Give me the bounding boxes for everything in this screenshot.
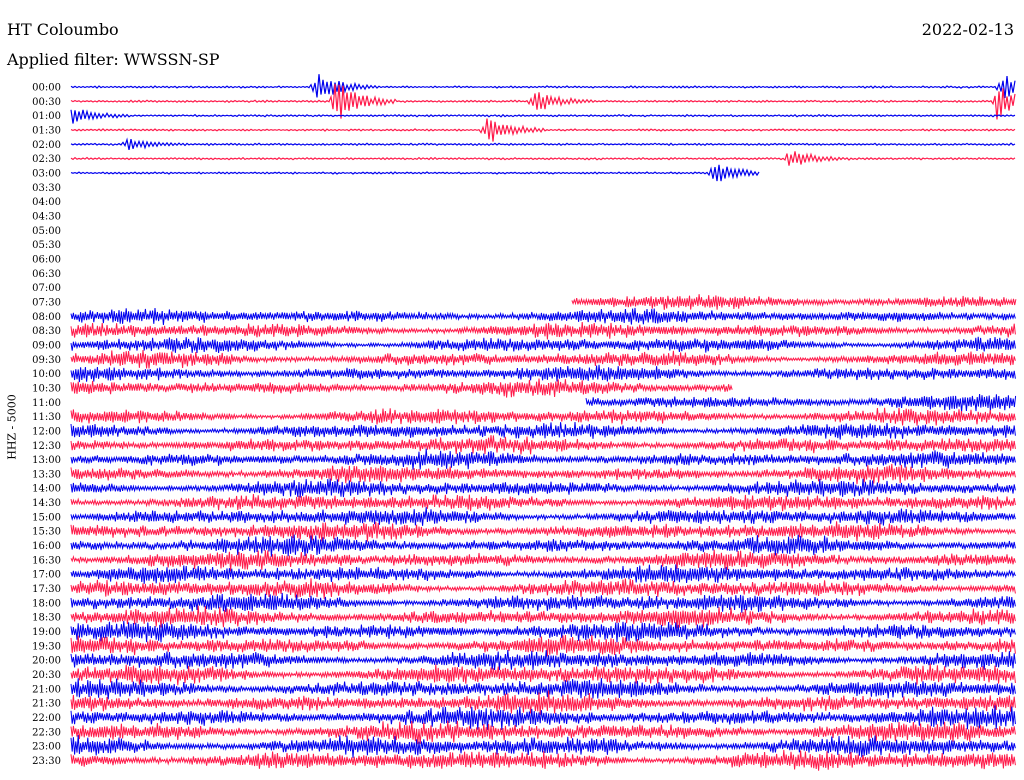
trace-row <box>70 634 1016 657</box>
row-time-label: 13:00 <box>32 455 61 466</box>
row-time-label: 05:30 <box>32 240 61 251</box>
row-time-label: 15:00 <box>32 512 61 523</box>
trace-row <box>70 307 1016 326</box>
row-time-label: 11:00 <box>32 398 61 409</box>
row-time-label: 04:30 <box>32 211 61 222</box>
row-time-label: 22:00 <box>32 713 61 724</box>
trace-row <box>70 564 1016 584</box>
row-time-label: 19:30 <box>32 641 61 652</box>
trace-row <box>70 364 1016 383</box>
row-time-label: 08:00 <box>32 312 61 323</box>
trace-row <box>70 463 1016 485</box>
trace-row <box>70 720 1016 745</box>
row-time-label: 03:00 <box>32 168 61 179</box>
trace-row <box>70 749 1016 771</box>
trace-row <box>70 84 1016 120</box>
trace-row <box>70 137 1016 151</box>
row-time-label: 12:30 <box>32 441 61 452</box>
trace-row <box>70 421 1016 440</box>
row-time-label: 17:00 <box>32 570 61 581</box>
trace-row <box>70 378 733 398</box>
trace-row <box>70 74 1016 99</box>
row-time-label: 09:00 <box>32 340 61 351</box>
row-time-label: 14:00 <box>32 484 61 495</box>
trace-row <box>70 349 1016 369</box>
trace-row <box>70 151 1016 166</box>
row-time-label: 09:30 <box>32 355 61 366</box>
row-time-label: 14:30 <box>32 498 61 509</box>
trace-row <box>70 118 1016 142</box>
trace-row <box>70 109 1016 124</box>
row-time-label: 16:30 <box>32 555 61 566</box>
row-time-label: 06:00 <box>32 254 61 265</box>
trace-row <box>70 336 1016 353</box>
row-time-label: 04:00 <box>32 197 61 208</box>
row-time-label: 05:00 <box>32 226 61 237</box>
trace-row <box>70 705 1016 731</box>
row-time-label: 01:30 <box>32 125 61 136</box>
trace-row <box>70 678 1016 700</box>
row-time-label: 18:30 <box>32 613 61 624</box>
row-time-label: 15:30 <box>32 527 61 538</box>
row-time-label: 10:00 <box>32 369 61 380</box>
row-time-label: 13:30 <box>32 469 61 480</box>
trace-row <box>585 393 1017 412</box>
trace-row <box>70 521 1016 542</box>
row-time-label: 01:00 <box>32 111 61 122</box>
row-time-label: 20:00 <box>32 656 61 667</box>
trace-row <box>70 407 1016 426</box>
trace-row <box>70 507 1016 526</box>
trace-row <box>70 448 1016 470</box>
trace-row <box>70 164 760 182</box>
row-time-label: 03:30 <box>32 183 61 194</box>
trace-row <box>70 663 1016 686</box>
row-time-label: 02:00 <box>32 140 61 151</box>
row-time-label: 07:30 <box>32 297 61 308</box>
row-time-label: 00:00 <box>32 83 61 94</box>
row-time-label: 11:30 <box>32 412 61 423</box>
helicorder-plot: 00:00 00:30 01:00 01:30 02:00 02:30 03:00 03:30… <box>32 74 1017 771</box>
row-time-label: 17:30 <box>32 584 61 595</box>
row-time-label: 02:30 <box>32 154 61 165</box>
row-time-label: 21:30 <box>32 699 61 710</box>
row-time-label: 23:30 <box>32 756 61 767</box>
row-time-label: 10:30 <box>32 383 61 394</box>
trace-row <box>70 620 1016 643</box>
row-time-label: 08:30 <box>32 326 61 337</box>
row-time-label: 16:00 <box>32 541 61 552</box>
row-time-label: 18:00 <box>32 598 61 609</box>
trace-row <box>70 322 1016 340</box>
row-time-label: 21:00 <box>32 684 61 695</box>
trace-row <box>70 690 1016 715</box>
row-time-label: 19:00 <box>32 627 61 638</box>
row-time-label: 23:00 <box>32 742 61 753</box>
row-time-label: 12:00 <box>32 426 61 437</box>
trace-row <box>70 592 1016 613</box>
row-time-label: 00:30 <box>32 97 61 108</box>
trace-row <box>70 605 1016 629</box>
row-time-label: 22:30 <box>32 727 61 738</box>
trace-row <box>70 435 1016 455</box>
trace-row <box>70 494 1016 512</box>
row-time-label: 07:00 <box>32 283 61 294</box>
row-time-label: 06:30 <box>32 269 61 280</box>
row-time-label: 20:30 <box>32 670 61 681</box>
trace-row <box>571 294 1017 310</box>
